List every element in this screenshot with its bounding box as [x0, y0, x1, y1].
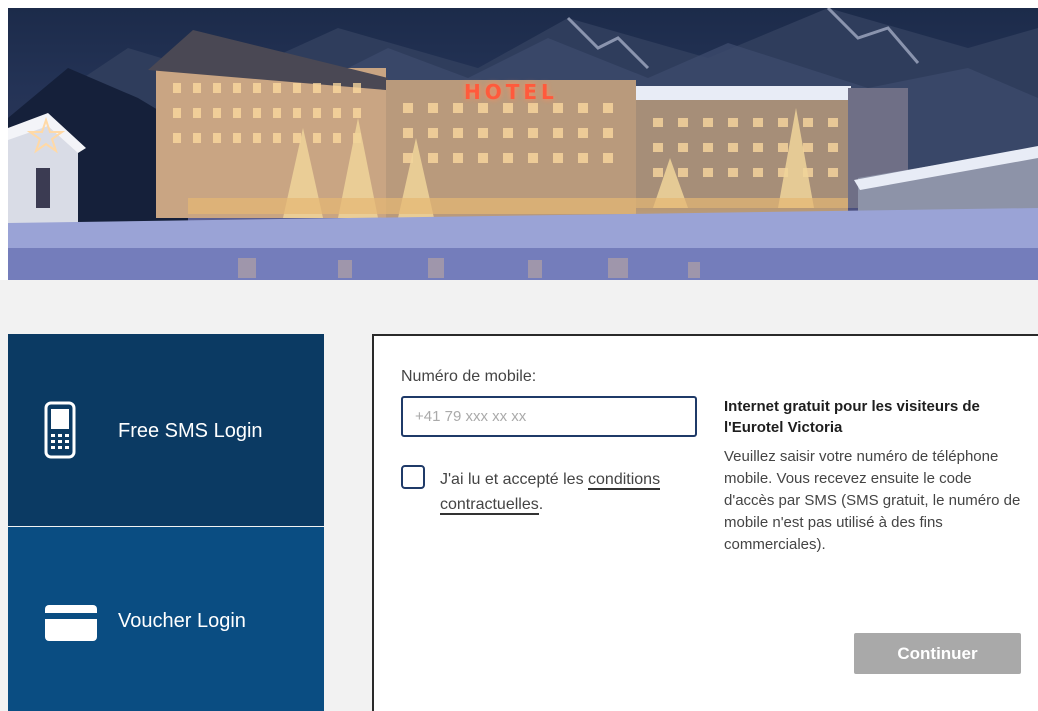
hero-banner: HOTEL: [8, 8, 1038, 280]
voucher-login-tile[interactable]: Voucher Login: [8, 527, 324, 711]
mobile-phone-icon: [44, 401, 76, 463]
mobile-number-input[interactable]: [401, 396, 697, 437]
info-text: Veuillez saisir votre numéro de téléphon…: [724, 448, 1021, 553]
voucher-login-label: Voucher Login: [118, 610, 246, 632]
mobile-number-label: Numéro de mobile:: [401, 368, 537, 385]
terms-checkbox[interactable]: [401, 465, 425, 489]
free-sms-login-label: Free SMS Login: [118, 420, 263, 442]
terms-prefix: J'ai lu et accepté les: [440, 471, 589, 488]
terms-text: J'ai lu et accepté les conditions contra…: [440, 467, 702, 517]
continue-button[interactable]: Continuer: [854, 633, 1021, 674]
terms-suffix: .: [538, 496, 544, 513]
banner-gap: [0, 280, 1038, 334]
credit-card-icon: [44, 604, 98, 646]
info-title: Internet gratuit pour les visiteurs de l…: [724, 398, 980, 436]
hotel-sign: HOTEL: [464, 80, 558, 104]
hotel-photo: [8, 8, 1038, 280]
free-sms-login-tile[interactable]: Free SMS Login: [8, 334, 324, 526]
